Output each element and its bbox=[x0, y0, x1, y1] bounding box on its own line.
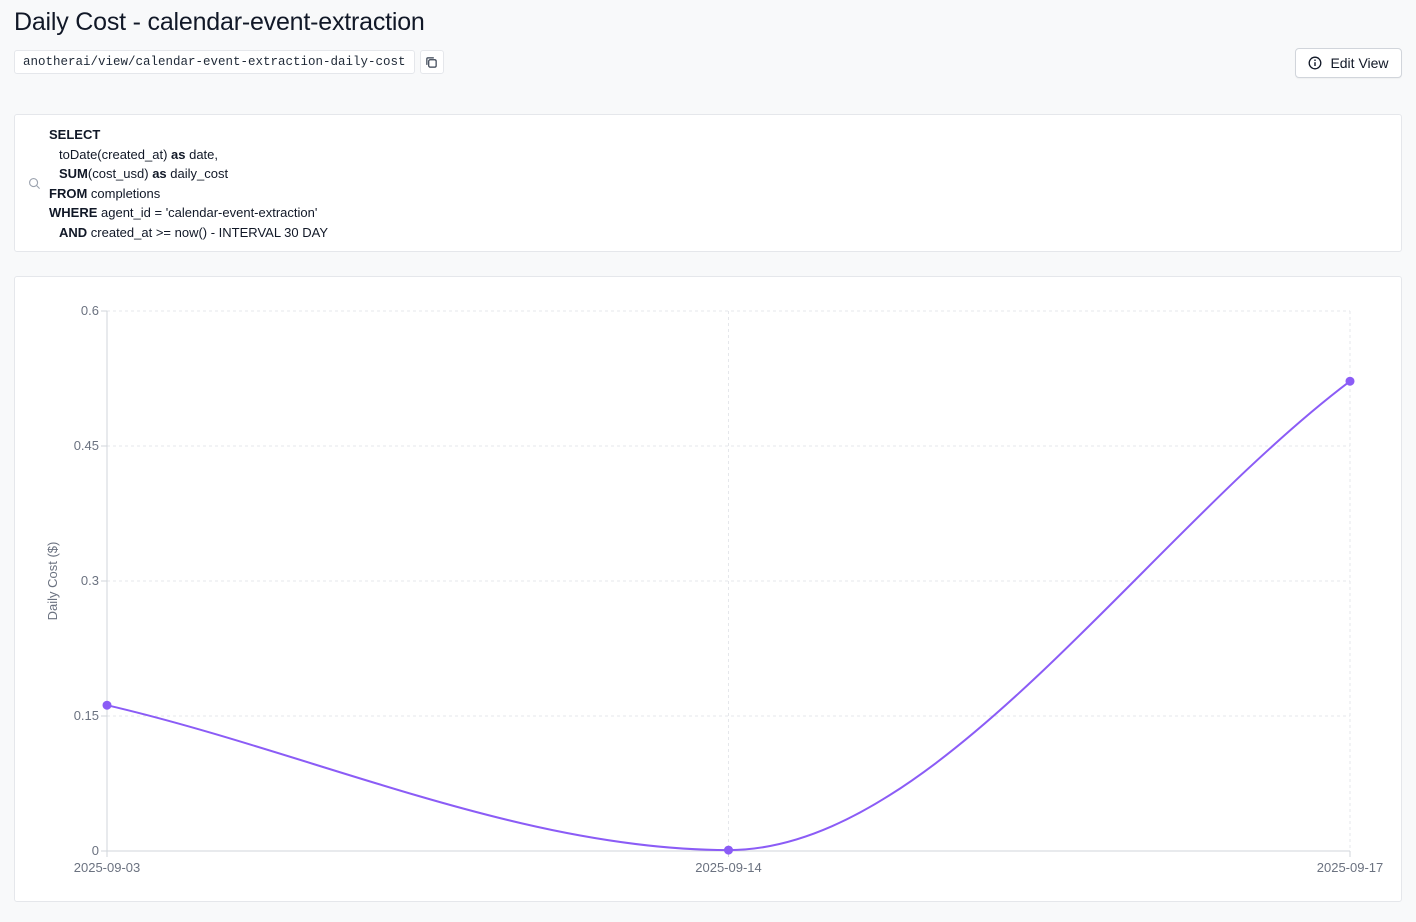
info-icon bbox=[1308, 56, 1322, 70]
sql-line: SELECT bbox=[49, 127, 101, 142]
sql-line: FROM completions bbox=[49, 185, 161, 201]
page-title: Daily Cost - calendar-event-extraction bbox=[14, 8, 425, 36]
edit-view-button[interactable]: Edit View bbox=[1295, 48, 1402, 78]
query-panel[interactable]: SELECT toDate(created_at) as date, SUM(cos… bbox=[14, 114, 1402, 252]
data-point bbox=[102, 700, 112, 710]
copy-button[interactable] bbox=[419, 50, 444, 74]
sql-line: AND created_at >= now() - INTERVAL 30 DA… bbox=[59, 224, 329, 240]
sql-query-text: SELECT toDate(created_at) as date, SUM(cos… bbox=[49, 125, 328, 243]
sql-line: toDate(created_at) as date, bbox=[59, 146, 219, 162]
x-tick-label: 2025-09-03 bbox=[74, 860, 141, 875]
y-tick-label: 0.45 bbox=[74, 438, 99, 453]
copy-icon bbox=[426, 56, 437, 68]
data-point bbox=[1345, 376, 1355, 386]
daily-cost-chart: 0 0.15 0.3 0.45 0.6 2025-09-03 2025-09-14 2025-… bbox=[45, 303, 1384, 875]
y-tick-label: 0.6 bbox=[81, 303, 99, 318]
y-tick-label: 0 bbox=[92, 843, 99, 858]
x-tick-label: 2025-09-14 bbox=[695, 860, 762, 875]
y-axis-label: Daily Cost ($) bbox=[45, 542, 60, 621]
search-icon bbox=[29, 178, 41, 190]
y-tick-label: 0.3 bbox=[81, 573, 99, 588]
view-url[interactable]: anotherai/view/calendar-event-extraction… bbox=[14, 50, 415, 74]
view-url-row: anotherai/view/calendar-event-extraction… bbox=[14, 50, 444, 74]
y-tick-label: 0.15 bbox=[74, 708, 99, 723]
sql-line: SUM(cost_usd) as daily_cost bbox=[59, 166, 229, 182]
data-point bbox=[724, 845, 733, 855]
chart-panel: 0 0.15 0.3 0.45 0.6 2025-09-03 2025-09-14 2025-… bbox=[14, 276, 1402, 902]
sql-line: WHERE agent_id = 'calendar-event-extract… bbox=[49, 205, 318, 221]
x-tick-label: 2025-09-17 bbox=[1317, 860, 1384, 875]
edit-view-label: Edit View bbox=[1330, 55, 1389, 71]
